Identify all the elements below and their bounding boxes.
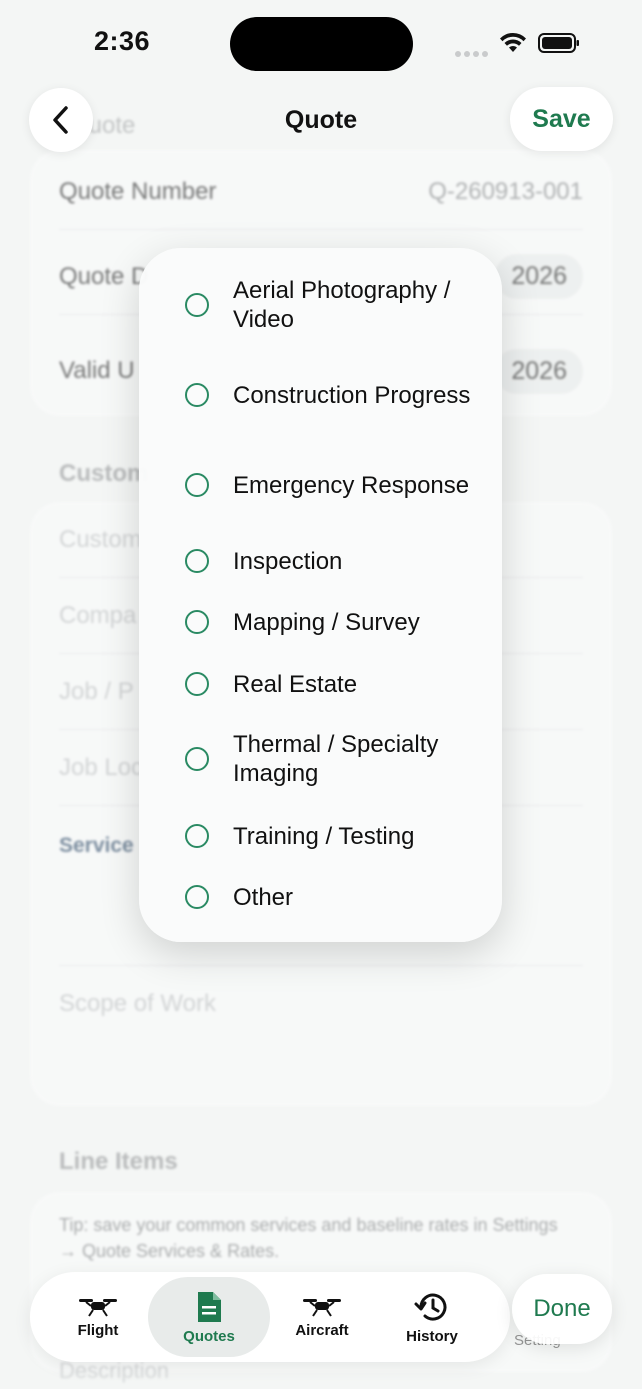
- drone-icon: [79, 1298, 117, 1317]
- radio-icon: [185, 824, 209, 848]
- status-bar: 2:36: [0, 0, 642, 90]
- service-option-label: Inspection: [233, 547, 343, 575]
- service-option-label: Emergency Response: [233, 471, 470, 499]
- service-option-label: Thermal / Specialty Imaging: [233, 731, 439, 787]
- service-option-inspection[interactable]: Inspection: [139, 546, 502, 576]
- service-option-label: Other: [233, 883, 294, 911]
- line-items-tip: Tip: save your common services and basel…: [59, 1215, 558, 1261]
- quote-date-label: Quote D: [59, 262, 149, 290]
- dynamic-island: [230, 17, 413, 71]
- scope-of-work-field[interactable]: Scope of Work: [59, 966, 583, 1042]
- service-option-emergency[interactable]: Emergency Response: [139, 456, 502, 514]
- tab-aircraft[interactable]: Aircraft: [266, 1272, 378, 1362]
- document-icon: [198, 1291, 221, 1322]
- service-option-training[interactable]: Training / Testing: [139, 821, 502, 851]
- radio-icon: [185, 549, 209, 573]
- service-type-menu: Aerial Photography / Video Construction …: [139, 248, 502, 942]
- customer-section-title: Custom: [59, 460, 149, 487]
- screen: Quote Quote Number Q-260913-001 Quote D …: [0, 0, 642, 1389]
- quote-number-label: Quote Number: [59, 177, 217, 205]
- radio-icon: [185, 672, 209, 696]
- scope-placeholder: Scope of Work: [59, 990, 216, 1017]
- radio-icon: [185, 383, 209, 407]
- quote-date-picker[interactable]: 2026: [495, 254, 583, 299]
- status-time: 2:36: [94, 26, 151, 56]
- signal-icon: [455, 44, 491, 57]
- customer-placeholder: Custom: [59, 525, 142, 553]
- service-type-label: Service: [59, 834, 134, 857]
- service-option-mapping[interactable]: Mapping / Survey: [139, 607, 502, 637]
- service-option-construction[interactable]: Construction Progress: [139, 366, 502, 424]
- service-option-label: Training / Testing: [233, 822, 415, 850]
- battery-icon: [538, 33, 579, 53]
- service-option-thermal[interactable]: Thermal / Specialty Imaging: [139, 730, 502, 788]
- tab-label: Flight: [77, 1321, 119, 1339]
- history-icon: [414, 1293, 447, 1321]
- job-location-placeholder: Job Loc: [59, 753, 144, 781]
- drone-icon: [303, 1298, 341, 1317]
- radio-icon: [185, 293, 209, 317]
- service-option-label: Mapping / Survey: [233, 608, 420, 636]
- tab-history[interactable]: History: [376, 1272, 488, 1362]
- radio-icon: [185, 747, 209, 771]
- service-option-label: Real Estate: [233, 670, 358, 698]
- line-items-title: Line Items: [59, 1148, 178, 1175]
- radio-icon: [185, 885, 209, 909]
- service-option-real-estate[interactable]: Real Estate: [139, 669, 502, 699]
- service-option-aerial[interactable]: Aerial Photography / Video: [139, 276, 502, 334]
- save-button[interactable]: Save: [510, 87, 613, 151]
- tab-label: Aircraft: [295, 1321, 349, 1339]
- service-option-label: Construction Progress: [233, 381, 471, 409]
- service-option-other[interactable]: Other: [139, 882, 502, 912]
- tab-flight[interactable]: Flight: [42, 1272, 154, 1362]
- company-placeholder: Compa: [59, 601, 137, 629]
- radio-icon: [185, 473, 209, 497]
- tab-label: History: [406, 1327, 458, 1345]
- done-button[interactable]: Done: [512, 1274, 612, 1344]
- service-option-label: Aerial Photography / Video: [233, 277, 451, 333]
- wifi-icon: [500, 32, 526, 52]
- valid-until-picker[interactable]: 2026: [495, 348, 583, 394]
- quote-number-value[interactable]: Q-260913-001: [428, 178, 583, 206]
- quote-number-row: Quote Number Q-260913-001: [59, 154, 583, 230]
- tab-bar: Flight Quotes Aircraft History: [30, 1272, 510, 1362]
- tab-label: Quotes: [183, 1327, 235, 1345]
- job-project-placeholder: Job / P: [59, 677, 134, 705]
- radio-icon: [185, 610, 209, 634]
- tab-quotes[interactable]: Quotes: [148, 1277, 270, 1357]
- valid-until-label: Valid U: [59, 357, 135, 384]
